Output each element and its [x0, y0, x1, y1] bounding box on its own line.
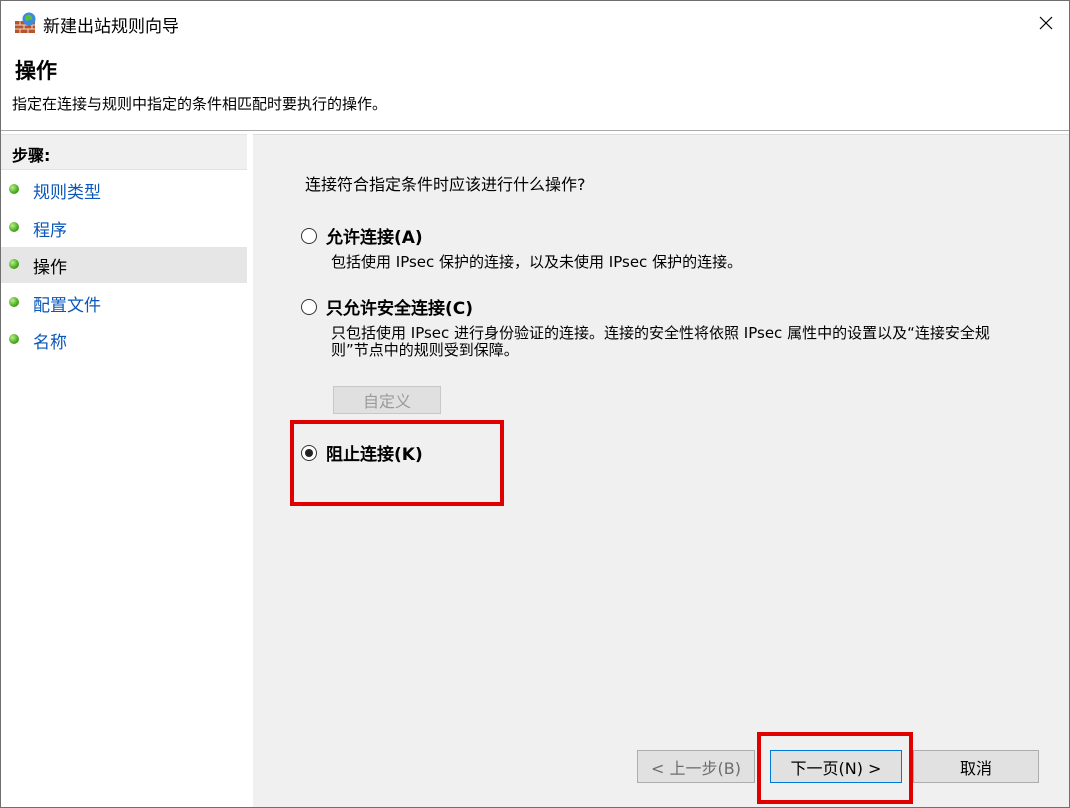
- allow-description: 包括使用 IPsec 保护的连接，以及未使用 IPsec 保护的连接。: [331, 253, 743, 271]
- page-title: 操作: [15, 59, 57, 83]
- step-profile[interactable]: 配置文件: [1, 285, 247, 321]
- step-status-icon: [9, 222, 19, 232]
- close-button[interactable]: [1023, 1, 1069, 45]
- allow-secure-label: 只允许安全连接(C): [326, 299, 474, 319]
- close-icon: [1039, 16, 1053, 30]
- step-action[interactable]: 操作: [1, 247, 247, 283]
- allow-secure-radio[interactable]: [301, 298, 317, 315]
- step-rule-type[interactable]: 规则类型: [1, 172, 247, 208]
- step-label: 名称: [33, 333, 67, 353]
- action-content: 连接符合指定条件时应该进行什么操作? 允许连接(A) 包括使用 IPsec 保护…: [253, 134, 1069, 807]
- firewall-icon: [14, 12, 38, 34]
- next-button-highlight: [757, 732, 913, 804]
- back-button[interactable]: < 上一步(B): [637, 750, 755, 783]
- cancel-button[interactable]: 取消: [913, 750, 1039, 783]
- steps-heading: 步骤:: [12, 146, 51, 165]
- step-label: 程序: [33, 221, 67, 241]
- step-status-icon: [9, 259, 19, 269]
- step-label: 规则类型: [33, 183, 101, 203]
- allow-secure-option[interactable]: 只允许安全连接(C): [301, 294, 473, 319]
- block-option-highlight: [290, 420, 504, 506]
- action-question: 连接符合指定条件时应该进行什么操作?: [305, 175, 586, 194]
- step-status-icon: [9, 184, 19, 194]
- wizard-window: 新建出站规则向导 操作 指定在连接与规则中指定的条件相匹配时要执行的操作。 步骤…: [0, 0, 1070, 808]
- step-label: 操作: [33, 258, 67, 278]
- allow-label: 允许连接(A): [326, 228, 423, 248]
- window-title: 新建出站规则向导: [43, 17, 179, 37]
- title-bar: 新建出站规则向导: [1, 1, 1069, 45]
- step-name[interactable]: 名称: [1, 322, 247, 358]
- allow-connection-option[interactable]: 允许连接(A): [301, 223, 423, 248]
- header-divider: [1, 130, 1069, 131]
- customize-button[interactable]: 自定义: [333, 386, 441, 414]
- page-description: 指定在连接与规则中指定的条件相匹配时要执行的操作。: [12, 95, 388, 113]
- steps-header: 步骤:: [1, 134, 247, 170]
- step-status-icon: [9, 334, 19, 344]
- step-status-icon: [9, 297, 19, 307]
- allow-secure-description: 只包括使用 IPsec 进行身份验证的连接。连接的安全性将依照 IPsec 属性…: [331, 324, 990, 359]
- allow-radio[interactable]: [301, 227, 317, 244]
- steps-panel: 步骤: 规则类型 程序 操作 配置文件 名称: [1, 134, 247, 807]
- step-program[interactable]: 程序: [1, 210, 247, 246]
- step-label: 配置文件: [33, 296, 101, 316]
